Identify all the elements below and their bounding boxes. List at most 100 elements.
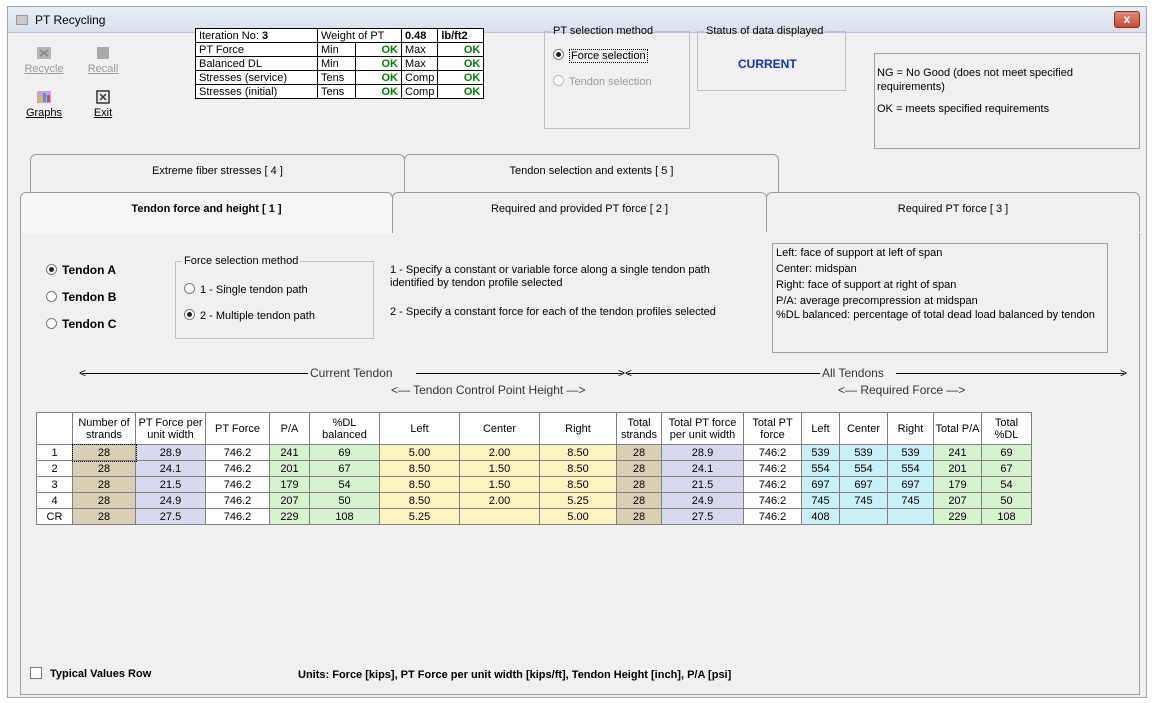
grid-cell[interactable]: 697 (801, 476, 840, 493)
grid-cell[interactable]: 745 (887, 492, 934, 509)
grid-cell[interactable]: 1.50 (459, 476, 540, 493)
grid-cell[interactable]: 201 (269, 460, 310, 477)
grid-cell[interactable]: 24.9 (661, 492, 744, 509)
grid-cell[interactable]: 8.50 (379, 476, 460, 493)
typical-values-checkbox[interactable]: Typical Values Row (30, 667, 151, 680)
tab-required-pt-force[interactable]: Required PT force [ 3 ] (766, 192, 1140, 232)
grid-cell[interactable]: 69 (981, 444, 1032, 461)
tendon-a-radio[interactable]: Tendon A (46, 263, 116, 277)
grid-cell[interactable]: 745 (839, 492, 888, 509)
tab-required-provided-pt[interactable]: Required and provided PT force [ 2 ] (392, 192, 767, 232)
grid-cell[interactable]: 746.2 (205, 492, 270, 509)
grid-cell[interactable]: 746.2 (743, 444, 802, 461)
grid-cell[interactable]: 746.2 (205, 508, 270, 525)
recycle-button[interactable]: Recycle (16, 41, 72, 81)
grid-cell[interactable]: 5.00 (379, 444, 460, 461)
grid-cell[interactable]: 28 (616, 476, 662, 493)
tab-tendon-selection[interactable]: Tendon selection and extents [ 5 ] (404, 154, 779, 194)
grid-cell[interactable]: 554 (887, 460, 934, 477)
grid-cell[interactable]: 8.50 (539, 476, 617, 493)
force-selection-radio[interactable]: Force selection (553, 49, 648, 63)
grid-cell[interactable]: 229 (933, 508, 982, 525)
grid-cell[interactable]: 745 (801, 492, 840, 509)
grid-cell[interactable]: 28 (72, 476, 136, 493)
grid-cell[interactable]: 2.00 (459, 492, 540, 509)
tab-extreme-fiber-stresses[interactable]: Extreme fiber stresses [ 4 ] (30, 154, 405, 194)
grid-cell[interactable]: 746.2 (743, 508, 802, 525)
grid-cell[interactable]: 746.2 (205, 460, 270, 477)
grid-cell[interactable]: 28 (72, 508, 136, 525)
grid-cell[interactable]: 5.25 (379, 508, 460, 525)
grid-cell[interactable]: 27.5 (135, 508, 206, 525)
grid-cell[interactable]: 697 (839, 476, 888, 493)
grid-cell[interactable]: 746.2 (205, 444, 270, 461)
single-path-radio[interactable]: 1 - Single tendon path (184, 283, 308, 296)
grid-cell[interactable]: 54 (309, 476, 380, 493)
grid-cell[interactable]: 24.1 (135, 460, 206, 477)
grid-cell[interactable]: 554 (801, 460, 840, 477)
grid-cell[interactable]: 28.9 (661, 444, 744, 461)
grid-cell[interactable]: 27.5 (661, 508, 744, 525)
grid-cell[interactable]: 8.50 (379, 460, 460, 477)
grid-cell[interactable]: 5.25 (539, 492, 617, 509)
grid-cell[interactable]: 1.50 (459, 460, 540, 477)
grid-cell[interactable]: 21.5 (135, 476, 206, 493)
grid-cell[interactable]: 207 (269, 492, 310, 509)
graphs-button[interactable]: Graphs (16, 85, 72, 125)
tendon-selection-radio[interactable]: Tendon selection (553, 75, 652, 88)
grid-cell[interactable]: 697 (887, 476, 934, 493)
grid-cell[interactable]: 207 (933, 492, 982, 509)
grid-cell[interactable]: 28 (72, 460, 136, 477)
grid-cell[interactable]: 229 (269, 508, 310, 525)
grid-cell[interactable] (887, 508, 934, 525)
grid-cell[interactable]: 28 (616, 460, 662, 477)
grid-cell[interactable]: 179 (269, 476, 310, 493)
grid-cell[interactable]: 24.1 (661, 460, 744, 477)
grid-cell[interactable] (459, 508, 540, 525)
grid-cell[interactable]: 241 (269, 444, 310, 461)
grid-cell[interactable]: 69 (309, 444, 380, 461)
grid-cell[interactable]: 21.5 (661, 476, 744, 493)
grid-cell[interactable]: 554 (839, 460, 888, 477)
grid-cell[interactable]: 67 (981, 460, 1032, 477)
grid-cell[interactable]: 8.50 (539, 444, 617, 461)
grid-cell[interactable]: 28 (72, 492, 136, 509)
grid-cell[interactable]: 108 (981, 508, 1032, 525)
grid-cell[interactable]: 67 (309, 460, 380, 477)
grid-cell[interactable]: 28.9 (135, 444, 206, 461)
grid-cell[interactable]: 539 (887, 444, 934, 461)
row-a: Tens (317, 84, 356, 99)
exit-button[interactable]: Exit (75, 85, 131, 125)
grid-cell[interactable]: 5.00 (539, 508, 617, 525)
grid-cell[interactable]: 28 (616, 508, 662, 525)
tab-tendon-force-height[interactable]: Tendon force and height [ 1 ] (20, 192, 393, 234)
close-button[interactable]: x (1114, 11, 1140, 28)
grid-cell[interactable]: 179 (933, 476, 982, 493)
grid-cell[interactable]: 241 (933, 444, 982, 461)
grid-cell[interactable]: 746.2 (205, 476, 270, 493)
multiple-path-label: 2 - Multiple tendon path (200, 310, 315, 322)
grid-cell[interactable]: 539 (801, 444, 840, 461)
grid-cell[interactable]: 539 (839, 444, 888, 461)
grid-cell[interactable]: 108 (309, 508, 380, 525)
grid-cell[interactable] (839, 508, 888, 525)
grid-cell[interactable]: 50 (309, 492, 380, 509)
grid-cell[interactable]: 746.2 (743, 476, 802, 493)
grid-cell[interactable]: 201 (933, 460, 982, 477)
grid-cell[interactable]: 28 (71, 443, 137, 462)
tendon-c-radio[interactable]: Tendon C (46, 317, 116, 331)
recall-button[interactable]: Recall (75, 41, 131, 81)
grid-cell[interactable]: 50 (981, 492, 1032, 509)
grid-cell[interactable]: 28 (616, 444, 662, 461)
grid-cell[interactable]: 2.00 (459, 444, 540, 461)
grid-cell[interactable]: 54 (981, 476, 1032, 493)
grid-cell[interactable]: 408 (801, 508, 840, 525)
grid-cell[interactable]: 8.50 (379, 492, 460, 509)
grid-cell[interactable]: 746.2 (743, 460, 802, 477)
grid-cell[interactable]: 28 (616, 492, 662, 509)
multiple-path-radio[interactable]: 2 - Multiple tendon path (184, 309, 315, 322)
grid-cell[interactable]: 24.9 (135, 492, 206, 509)
grid-cell[interactable]: 746.2 (743, 492, 802, 509)
tendon-b-radio[interactable]: Tendon B (46, 290, 116, 304)
grid-cell[interactable]: 8.50 (539, 460, 617, 477)
